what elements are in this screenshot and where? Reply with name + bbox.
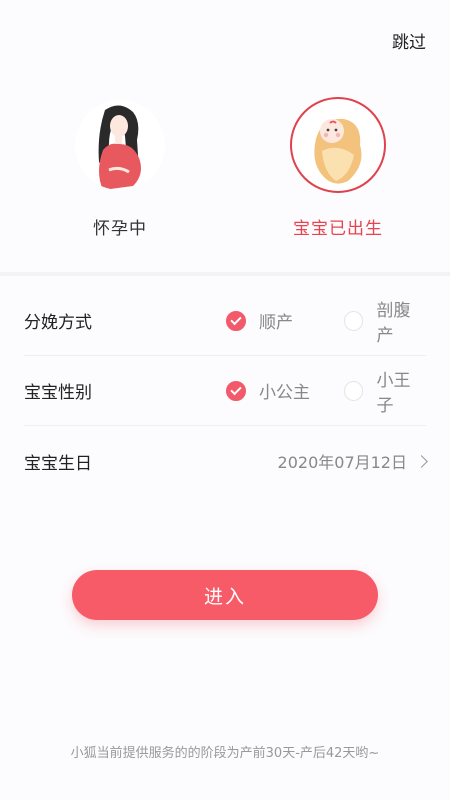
baby-birthday-row[interactable]: 宝宝生日 2020年07月12日 bbox=[24, 426, 428, 496]
checked-radio-icon bbox=[226, 310, 246, 331]
service-range-notice: 小狐当前提供服务的的阶段为产前30天-产后42天哟~ bbox=[70, 746, 380, 761]
enter-button[interactable]: 进入 bbox=[72, 570, 378, 620]
gender-boy-label: 小王子 bbox=[376, 370, 411, 416]
stage-born-option[interactable]: 宝宝已出生 bbox=[278, 97, 398, 240]
delivery-method-label: 分娩方式 bbox=[24, 313, 92, 333]
baby-birthday-label: 宝宝生日 bbox=[24, 453, 92, 474]
delivery-cesarean-option[interactable]: 剖腹产 bbox=[344, 296, 426, 346]
delivery-natural-option[interactable]: 顺产 bbox=[226, 308, 293, 333]
unchecked-radio-icon bbox=[344, 380, 364, 401]
baby-gender-row: 宝宝性别 小公主 小王子 bbox=[24, 356, 426, 426]
pregnant-woman-icon bbox=[75, 100, 165, 190]
stage-born-label: 宝宝已出生 bbox=[293, 219, 383, 239]
baby-info-form: 分娩方式 顺产 剖腹产 宝宝性别 小公主 小王子 宝宝生日 2020年07月12… bbox=[0, 286, 450, 496]
checked-radio-icon bbox=[226, 380, 246, 401]
gender-girl-option[interactable]: 小公主 bbox=[226, 378, 310, 403]
unchecked-radio-icon bbox=[344, 310, 364, 331]
delivery-method-row: 分娩方式 顺产 剖腹产 bbox=[24, 286, 426, 356]
chevron-right-icon bbox=[415, 454, 428, 468]
stage-pregnant-label: 怀孕中 bbox=[93, 219, 147, 239]
delivery-natural-label: 顺产 bbox=[259, 313, 293, 333]
stage-pregnant-option[interactable]: 怀孕中 bbox=[60, 100, 180, 240]
swaddled-baby-icon bbox=[290, 97, 386, 193]
skip-button[interactable]: 跳过 bbox=[392, 28, 426, 53]
section-divider bbox=[0, 272, 450, 276]
birthday-value: 2020年07月12日 bbox=[277, 453, 407, 472]
gender-girl-label: 小公主 bbox=[259, 383, 310, 403]
delivery-cesarean-label: 剖腹产 bbox=[376, 300, 411, 346]
gender-boy-option[interactable]: 小王子 bbox=[344, 366, 426, 416]
baby-gender-label: 宝宝性别 bbox=[24, 383, 92, 403]
birthday-picker[interactable]: 2020年07月12日 bbox=[277, 449, 428, 473]
